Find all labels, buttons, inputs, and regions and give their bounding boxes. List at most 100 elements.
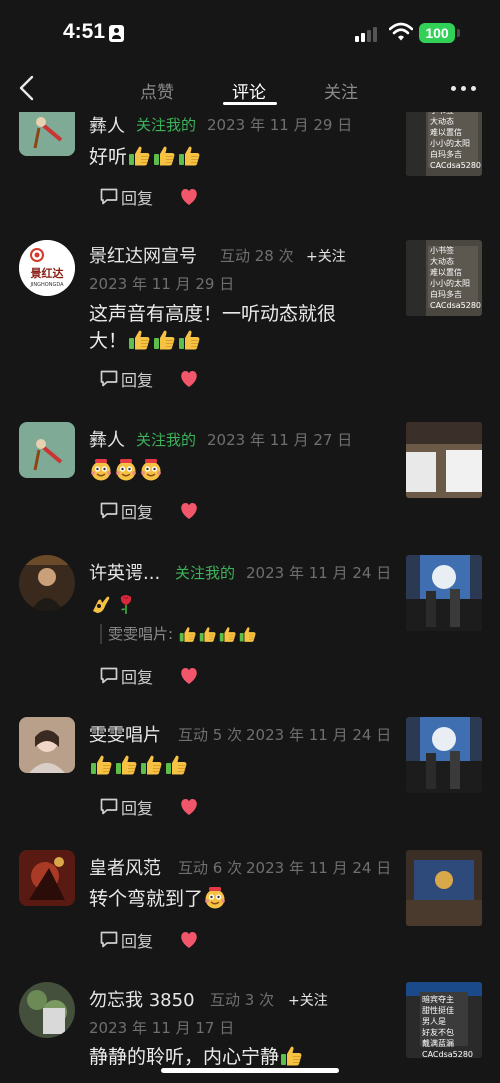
thumbs-up-icon [178,626,197,643]
commenter-name[interactable]: 雯雯唱片 [89,721,161,747]
rich-face-icon [89,459,113,481]
battery-tip [457,29,460,37]
wifi-icon [389,22,413,41]
comment-bubble-icon [99,930,119,948]
comment-date: 2023 年 11 月 29 日 [89,275,235,293]
comment-text-line: 这声音有高度！一听动态就很 [89,303,337,325]
thumbs-up-icon [164,754,188,776]
commenter-name[interactable]: 彝人 [89,426,125,452]
comment-bubble-icon [99,797,119,815]
comment-bubble-icon [99,666,119,684]
reply-button[interactable]: 回复 [99,500,169,522]
interaction-count: 互动 3 次 [210,991,275,1009]
video-thumbnail[interactable] [406,850,482,926]
video-thumbnail[interactable]: 小书签大动态难以置信小小的太阳白玛多吉CACdsa5280 [406,240,482,316]
thumbs-up-icon [177,329,201,351]
home-indicator[interactable] [161,1068,339,1073]
avatar[interactable] [19,850,75,906]
reply-button[interactable]: 回复 [99,665,169,687]
cellular-signal-icon [355,26,377,42]
avatar[interactable]: 景红达 JINGHONGDA [19,240,75,296]
back-arrow-icon[interactable] [16,74,40,102]
comment-bubble-icon [99,187,119,205]
rich-face-icon [203,887,227,909]
reply-button[interactable]: 回复 [99,796,169,818]
thumbnail-caption: 小书签大动态难以置信小小的太阳白玛多吉CACdsa5280 [430,112,482,170]
commenter-name[interactable]: 景红达网宣号 [89,242,197,268]
interaction-count: 互动 5 次 [178,726,243,744]
svg-text:JINGHONGDA: JINGHONGDA [29,282,64,288]
thumbs-up-icon [279,1045,303,1067]
thumbs-up-icon [152,329,176,351]
comment-text: 转个弯就到了 [89,886,389,913]
video-thumbnail[interactable] [406,422,482,498]
comment-date: 2023 年 11 月 24 日 [246,859,392,877]
heart-icon[interactable] [179,931,199,949]
commenter-name[interactable]: 彝人 [89,112,125,138]
rich-face-icon [139,459,163,481]
avatar[interactable] [19,112,75,156]
avatar[interactable] [19,717,75,773]
svg-text:景红达: 景红达 [30,266,64,280]
rich-face-icon [114,459,138,481]
thumbs-up-icon [114,754,138,776]
more-options-icon[interactable] [451,86,479,92]
thumbs-up-icon [89,754,113,776]
comment-text [89,592,389,619]
status-bar: 4:51 100 [0,0,500,62]
video-thumbnail[interactable]: 小书签大动态难以置信小小的太阳白玛多吉CACdsa5280 [406,112,482,176]
heart-icon[interactable] [179,798,199,816]
commenter-name[interactable]: 皇者风范 [89,854,161,880]
avatar[interactable] [19,982,75,1038]
comment-bubble-icon [99,369,119,387]
avatar[interactable] [19,422,75,478]
top-nav: 点赞 评论 关注 [0,62,500,112]
video-thumbnail[interactable] [406,717,482,793]
comment-text-content: 好听 [89,146,128,168]
comment-date: 2023 年 11 月 24 日 [246,726,392,744]
thumbnail-caption: 暗宾夺主 甜性挺佳 男人是 好友不包 戴满蓝漏 CACdsa5280 [422,995,474,1058]
thumbs-up-icon [152,145,176,167]
follow-button[interactable]: +关注 [306,246,346,266]
heart-icon[interactable] [179,667,199,685]
focus-person-icon [109,25,124,42]
commenter-name[interactable]: 许英谔... [89,559,160,585]
heart-icon[interactable] [179,188,199,206]
reply-button[interactable]: 回复 [99,368,169,390]
heart-icon[interactable] [179,370,199,388]
ok-hand-icon [89,593,113,615]
comment-date: 2023 年 11 月 17 日 [89,1019,235,1037]
thumbs-up-icon [139,754,163,776]
interaction-count: 互动 28 次 [220,247,294,265]
comment-text-content: 转个弯就到了 [89,888,204,910]
thumbs-up-icon [127,145,151,167]
reply-button[interactable]: 回复 [99,186,169,208]
reply-button[interactable]: 回复 [99,929,169,951]
comment-list: 彝人 关注我的 2023 年 11 月 29 日 好听 回复 小书签大动态难以置… [0,112,500,1083]
tab-follows[interactable]: 关注 [324,78,358,103]
comment-text [89,458,389,485]
follows-you-badge: 关注我的 [136,431,197,449]
thumbs-up-icon [198,626,217,643]
heart-icon[interactable] [179,502,199,520]
commenter-name[interactable]: 勿忘我 3850 [89,986,195,1012]
follows-you-badge: 关注我的 [175,564,236,582]
comment-text-content: 静静的聆听，内心宁静 [89,1046,280,1068]
comment-bubble-icon [99,501,119,519]
interaction-count: 互动 6 次 [178,859,243,877]
follows-you-badge: 关注我的 [136,116,197,134]
comment-text [89,753,389,780]
comment-date: 2023 年 11 月 27 日 [207,431,353,449]
battery-level: 100 [419,23,455,43]
tab-comments[interactable]: 评论 [232,78,266,103]
quoted-reply: 雯雯唱片: [100,624,258,644]
status-time: 4:51 [63,20,106,43]
video-thumbnail[interactable] [406,555,482,631]
comment-date: 2023 年 11 月 29 日 [207,116,353,134]
comment-text-line: 大！ [89,330,128,352]
tab-likes[interactable]: 点赞 [140,78,174,103]
video-thumbnail[interactable]: 暗宾夺主 甜性挺佳 男人是 好友不包 戴满蓝漏 CACdsa5280 [406,982,482,1058]
thumbnail-caption: 小书签大动态难以置信小小的太阳白玛多吉CACdsa5280 [430,246,482,310]
avatar[interactable] [19,555,75,611]
follow-button[interactable]: +关注 [288,990,328,1010]
